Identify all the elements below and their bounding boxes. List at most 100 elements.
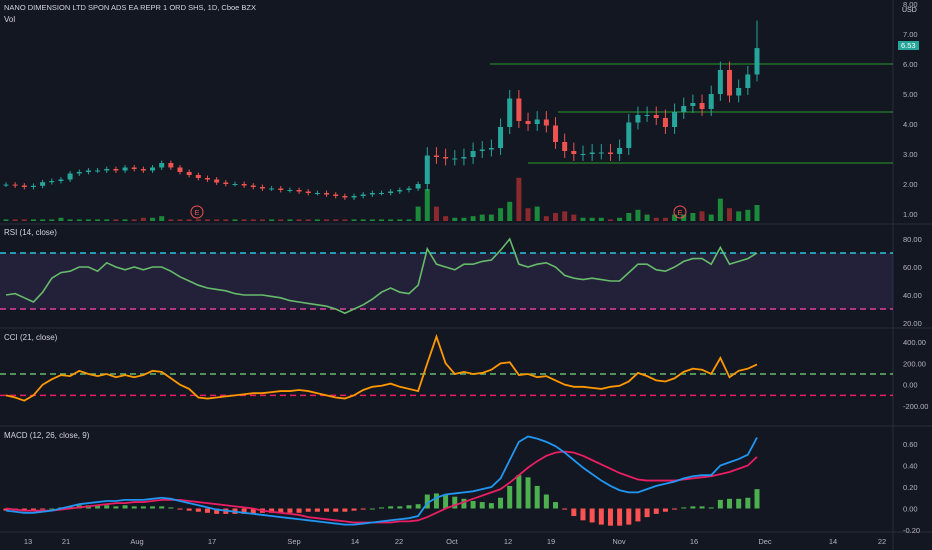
volume-bar	[3, 219, 9, 221]
volume-bar	[406, 219, 412, 221]
candle-body	[543, 119, 549, 126]
price-tick-label: 5.00	[903, 90, 918, 99]
macd-histogram-bar	[140, 506, 146, 509]
macd-histogram-bar	[626, 508, 632, 525]
candle-body	[204, 178, 210, 180]
time-tick-label: 16	[690, 537, 698, 546]
macd-histogram-bar	[379, 507, 384, 509]
time-tick-label: 19	[547, 537, 555, 546]
volume-bar	[553, 213, 559, 221]
macd-histogram-bar	[305, 508, 311, 512]
volume-bar	[360, 219, 366, 221]
candle-body	[296, 190, 302, 192]
volume-bar	[314, 219, 320, 221]
volume-bar	[296, 219, 302, 221]
macd-tick-label: 0.60	[903, 440, 918, 449]
macd-histogram-bar	[580, 508, 586, 521]
macd-histogram-bar	[525, 477, 531, 509]
volume-bar	[195, 219, 201, 221]
candle-body	[140, 169, 146, 171]
candle-body	[727, 70, 733, 96]
time-tick-label: Oct	[446, 537, 459, 546]
macd-histogram-bar	[159, 506, 165, 509]
candle-body	[122, 167, 128, 171]
macd-histogram-bar	[40, 508, 46, 510]
volume-bar	[214, 219, 220, 221]
candle-body	[351, 196, 357, 198]
candle-body	[259, 187, 265, 189]
rsi-tick-label: 80.00	[903, 235, 922, 244]
candle-body	[177, 167, 183, 172]
macd-histogram-bar	[461, 498, 467, 509]
volume-bar	[104, 219, 110, 221]
volume-bar	[351, 219, 357, 221]
volume-bar	[76, 219, 82, 221]
time-tick-label: 17	[208, 537, 216, 546]
candle-body	[635, 115, 641, 123]
volume-bar	[12, 219, 18, 221]
volume-bar	[150, 217, 156, 221]
macd-histogram-bar	[104, 505, 110, 509]
volume-bar	[269, 219, 275, 221]
volume-bar	[626, 213, 632, 221]
volume-bar	[40, 219, 46, 221]
macd-histogram-bar	[388, 506, 394, 509]
candle-body	[507, 98, 513, 127]
volume-bar	[534, 206, 540, 221]
candle-body	[433, 155, 439, 157]
macd-histogram-bar	[617, 508, 623, 526]
volume-bar	[754, 205, 760, 221]
volume-bar	[479, 214, 485, 221]
candle-body	[186, 172, 192, 175]
volume-bar	[397, 219, 403, 221]
candle-body	[479, 149, 485, 151]
macd-histogram-bar	[644, 508, 650, 518]
volume-bar	[662, 217, 668, 221]
candle-body	[21, 185, 27, 187]
volume-bar	[488, 214, 494, 221]
candle-body	[553, 125, 559, 142]
candle-body	[241, 184, 247, 186]
macd-tick-label: 0.40	[903, 462, 918, 471]
price-chart[interactable]: 80.00 60.00 40.00 20.00 400.00 200.00 0.00 -20…	[0, 0, 932, 550]
price-tick-label: 6.00	[903, 60, 918, 69]
volume-bar	[58, 217, 64, 221]
volume-bar	[708, 214, 714, 221]
volume-bar	[415, 206, 421, 221]
candle-body	[76, 172, 82, 174]
volume-bar	[85, 219, 91, 221]
macd-histogram-bar	[113, 506, 119, 509]
macd-tick-label: 0.20	[903, 483, 918, 492]
volume-bar	[571, 214, 577, 221]
time-tick-label: 14	[829, 537, 837, 546]
macd-histogram-bar	[406, 505, 412, 509]
candle-body	[58, 179, 64, 181]
price-tick-label: 4.00	[903, 120, 918, 129]
volume-bar	[287, 219, 293, 221]
volume-bar	[598, 217, 604, 221]
macd-histogram-bar	[571, 508, 577, 517]
macd-histogram-bar	[736, 498, 742, 509]
time-tick-label: 12	[504, 537, 512, 546]
earnings-label: E	[678, 208, 683, 217]
candle-body	[745, 74, 751, 88]
candle-body	[516, 98, 522, 121]
candle-body	[369, 193, 375, 195]
candle-body	[168, 163, 174, 168]
candle-body	[470, 151, 476, 157]
time-tick-label: Dec	[758, 537, 772, 546]
candle-body	[223, 182, 229, 184]
candle-body	[571, 151, 577, 154]
macd-histogram-bar	[470, 500, 476, 509]
candle-body	[214, 179, 220, 183]
macd-histogram-bar	[607, 508, 613, 526]
candle-body	[607, 152, 613, 154]
macd-histogram-bar	[479, 502, 485, 509]
macd-histogram-bar	[745, 497, 751, 509]
macd-histogram-bar	[433, 493, 439, 509]
cci-title: CCI (21, close)	[4, 333, 58, 342]
macd-histogram-bar	[296, 508, 302, 513]
volume-bar	[369, 219, 375, 221]
macd-histogram-bar	[287, 508, 293, 513]
macd-histogram-bar	[333, 508, 339, 512]
